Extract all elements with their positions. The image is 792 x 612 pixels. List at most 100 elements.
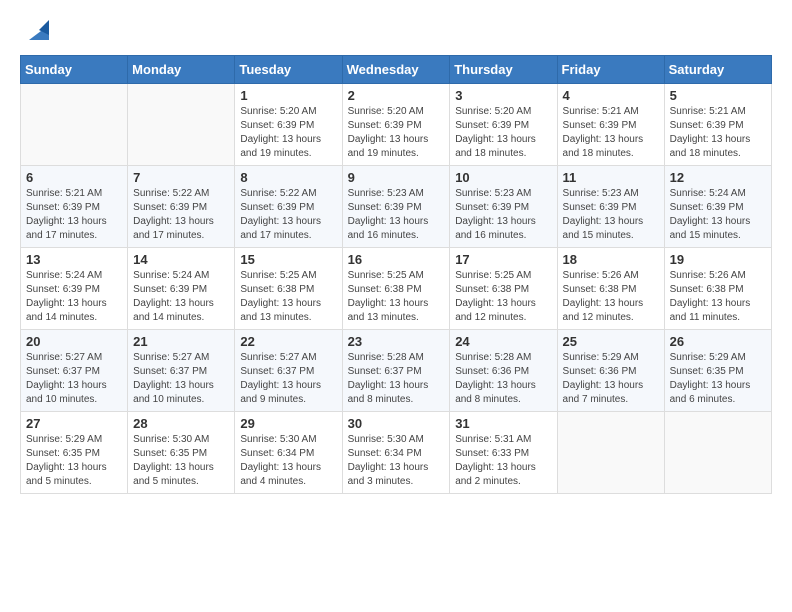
day-number: 27 bbox=[26, 416, 122, 431]
day-number: 23 bbox=[348, 334, 445, 349]
day-info: Sunrise: 5:22 AM Sunset: 6:39 PM Dayligh… bbox=[240, 187, 336, 243]
day-number: 1 bbox=[240, 88, 336, 103]
day-number: 4 bbox=[563, 88, 659, 103]
day-info: Sunrise: 5:30 AM Sunset: 6:34 PM Dayligh… bbox=[240, 433, 336, 489]
day-info: Sunrise: 5:27 AM Sunset: 6:37 PM Dayligh… bbox=[26, 351, 122, 407]
day-info: Sunrise: 5:26 AM Sunset: 6:38 PM Dayligh… bbox=[670, 269, 766, 325]
page-header bbox=[20, 20, 772, 45]
calendar-week-4: 20 Sunrise: 5:27 AM Sunset: 6:37 PM Dayli… bbox=[21, 330, 772, 412]
calendar-cell: 25 Sunrise: 5:29 AM Sunset: 6:36 PM Dayli… bbox=[557, 330, 664, 412]
calendar-cell: 26 Sunrise: 5:29 AM Sunset: 6:35 PM Dayli… bbox=[664, 330, 771, 412]
day-header-wednesday: Wednesday bbox=[342, 56, 450, 84]
calendar-cell: 20 Sunrise: 5:27 AM Sunset: 6:37 PM Dayli… bbox=[21, 330, 128, 412]
calendar-cell: 22 Sunrise: 5:27 AM Sunset: 6:37 PM Dayli… bbox=[235, 330, 342, 412]
day-number: 9 bbox=[348, 170, 445, 185]
day-number: 21 bbox=[133, 334, 229, 349]
day-number: 15 bbox=[240, 252, 336, 267]
day-info: Sunrise: 5:27 AM Sunset: 6:37 PM Dayligh… bbox=[240, 351, 336, 407]
day-info: Sunrise: 5:31 AM Sunset: 6:33 PM Dayligh… bbox=[455, 433, 551, 489]
calendar-week-2: 6 Sunrise: 5:21 AM Sunset: 6:39 PM Daylig… bbox=[21, 166, 772, 248]
calendar-cell: 3Sunrise: 5:20 AM Sunset: 6:39 PM Daylig… bbox=[450, 84, 557, 166]
calendar-cell: 27 Sunrise: 5:29 AM Sunset: 6:35 PM Dayli… bbox=[21, 412, 128, 494]
day-number: 18 bbox=[563, 252, 659, 267]
day-number: 30 bbox=[348, 416, 445, 431]
day-number: 6 bbox=[26, 170, 122, 185]
calendar-cell: 13Sunrise: 5:24 AM Sunset: 6:39 PM Dayli… bbox=[21, 248, 128, 330]
day-info: Sunrise: 5:20 AM Sunset: 6:39 PM Dayligh… bbox=[348, 105, 445, 161]
day-info: Sunrise: 5:21 AM Sunset: 6:39 PM Dayligh… bbox=[26, 187, 122, 243]
calendar-header-row: SundayMondayTuesdayWednesdayThursdayFrid… bbox=[21, 56, 772, 84]
day-header-monday: Monday bbox=[128, 56, 235, 84]
day-info: Sunrise: 5:23 AM Sunset: 6:39 PM Dayligh… bbox=[563, 187, 659, 243]
calendar-table: SundayMondayTuesdayWednesdayThursdayFrid… bbox=[20, 55, 772, 494]
day-number: 31 bbox=[455, 416, 551, 431]
calendar-cell: 9 Sunrise: 5:23 AM Sunset: 6:39 PM Daylig… bbox=[342, 166, 450, 248]
calendar-cell: 5Sunrise: 5:21 AM Sunset: 6:39 PM Daylig… bbox=[664, 84, 771, 166]
calendar-cell: 11 Sunrise: 5:23 AM Sunset: 6:39 PM Dayli… bbox=[557, 166, 664, 248]
calendar-cell: 14Sunrise: 5:24 AM Sunset: 6:39 PM Dayli… bbox=[128, 248, 235, 330]
day-info: Sunrise: 5:23 AM Sunset: 6:39 PM Dayligh… bbox=[348, 187, 445, 243]
calendar-cell: 29 Sunrise: 5:30 AM Sunset: 6:34 PM Dayli… bbox=[235, 412, 342, 494]
day-info: Sunrise: 5:25 AM Sunset: 6:38 PM Dayligh… bbox=[455, 269, 551, 325]
day-number: 13 bbox=[26, 252, 122, 267]
day-info: Sunrise: 5:29 AM Sunset: 6:36 PM Dayligh… bbox=[563, 351, 659, 407]
day-number: 25 bbox=[563, 334, 659, 349]
logo bbox=[20, 20, 54, 45]
calendar-cell: 7Sunrise: 5:22 AM Sunset: 6:39 PM Daylig… bbox=[128, 166, 235, 248]
day-number: 3 bbox=[455, 88, 551, 103]
calendar-cell: 12 Sunrise: 5:24 AM Sunset: 6:39 PM Dayli… bbox=[664, 166, 771, 248]
calendar-cell: 30 Sunrise: 5:30 AM Sunset: 6:34 PM Dayli… bbox=[342, 412, 450, 494]
day-number: 26 bbox=[670, 334, 766, 349]
day-number: 11 bbox=[563, 170, 659, 185]
day-number: 12 bbox=[670, 170, 766, 185]
day-number: 7 bbox=[133, 170, 229, 185]
calendar-week-1: 1 Sunrise: 5:20 AM Sunset: 6:39 PM Daylig… bbox=[21, 84, 772, 166]
day-number: 17 bbox=[455, 252, 551, 267]
day-info: Sunrise: 5:30 AM Sunset: 6:35 PM Dayligh… bbox=[133, 433, 229, 489]
day-number: 2 bbox=[348, 88, 445, 103]
calendar-cell: 28 Sunrise: 5:30 AM Sunset: 6:35 PM Dayli… bbox=[128, 412, 235, 494]
day-info: Sunrise: 5:28 AM Sunset: 6:37 PM Dayligh… bbox=[348, 351, 445, 407]
day-info: Sunrise: 5:29 AM Sunset: 6:35 PM Dayligh… bbox=[670, 351, 766, 407]
day-number: 8 bbox=[240, 170, 336, 185]
day-number: 16 bbox=[348, 252, 445, 267]
day-info: Sunrise: 5:29 AM Sunset: 6:35 PM Dayligh… bbox=[26, 433, 122, 489]
day-info: Sunrise: 5:25 AM Sunset: 6:38 PM Dayligh… bbox=[348, 269, 445, 325]
calendar-cell: 17 Sunrise: 5:25 AM Sunset: 6:38 PM Dayli… bbox=[450, 248, 557, 330]
day-info: Sunrise: 5:25 AM Sunset: 6:38 PM Dayligh… bbox=[240, 269, 336, 325]
day-number: 20 bbox=[26, 334, 122, 349]
day-number: 28 bbox=[133, 416, 229, 431]
day-header-sunday: Sunday bbox=[21, 56, 128, 84]
calendar-cell: 31 Sunrise: 5:31 AM Sunset: 6:33 PM Dayli… bbox=[450, 412, 557, 494]
day-info: Sunrise: 5:27 AM Sunset: 6:37 PM Dayligh… bbox=[133, 351, 229, 407]
logo-icon bbox=[24, 15, 54, 45]
day-info: Sunrise: 5:21 AM Sunset: 6:39 PM Dayligh… bbox=[563, 105, 659, 161]
calendar-cell: 4 Sunrise: 5:21 AM Sunset: 6:39 PM Daylig… bbox=[557, 84, 664, 166]
day-info: Sunrise: 5:24 AM Sunset: 6:39 PM Dayligh… bbox=[670, 187, 766, 243]
day-info: Sunrise: 5:30 AM Sunset: 6:34 PM Dayligh… bbox=[348, 433, 445, 489]
calendar-cell bbox=[128, 84, 235, 166]
day-header-tuesday: Tuesday bbox=[235, 56, 342, 84]
day-number: 24 bbox=[455, 334, 551, 349]
calendar-cell: 18 Sunrise: 5:26 AM Sunset: 6:38 PM Dayli… bbox=[557, 248, 664, 330]
day-number: 22 bbox=[240, 334, 336, 349]
calendar-cell: 8 Sunrise: 5:22 AM Sunset: 6:39 PM Daylig… bbox=[235, 166, 342, 248]
day-number: 29 bbox=[240, 416, 336, 431]
calendar-cell: 16 Sunrise: 5:25 AM Sunset: 6:38 PM Dayli… bbox=[342, 248, 450, 330]
day-info: Sunrise: 5:20 AM Sunset: 6:39 PM Dayligh… bbox=[240, 105, 336, 161]
calendar-cell: 23 Sunrise: 5:28 AM Sunset: 6:37 PM Dayli… bbox=[342, 330, 450, 412]
day-info: Sunrise: 5:28 AM Sunset: 6:36 PM Dayligh… bbox=[455, 351, 551, 407]
day-number: 14 bbox=[133, 252, 229, 267]
calendar-cell bbox=[557, 412, 664, 494]
calendar-cell: 24 Sunrise: 5:28 AM Sunset: 6:36 PM Dayli… bbox=[450, 330, 557, 412]
day-header-saturday: Saturday bbox=[664, 56, 771, 84]
calendar-week-3: 13Sunrise: 5:24 AM Sunset: 6:39 PM Dayli… bbox=[21, 248, 772, 330]
day-number: 10 bbox=[455, 170, 551, 185]
day-info: Sunrise: 5:26 AM Sunset: 6:38 PM Dayligh… bbox=[563, 269, 659, 325]
calendar-cell bbox=[21, 84, 128, 166]
calendar-cell bbox=[664, 412, 771, 494]
day-header-friday: Friday bbox=[557, 56, 664, 84]
calendar-week-5: 27 Sunrise: 5:29 AM Sunset: 6:35 PM Dayli… bbox=[21, 412, 772, 494]
day-number: 19 bbox=[670, 252, 766, 267]
calendar-cell: 15 Sunrise: 5:25 AM Sunset: 6:38 PM Dayli… bbox=[235, 248, 342, 330]
